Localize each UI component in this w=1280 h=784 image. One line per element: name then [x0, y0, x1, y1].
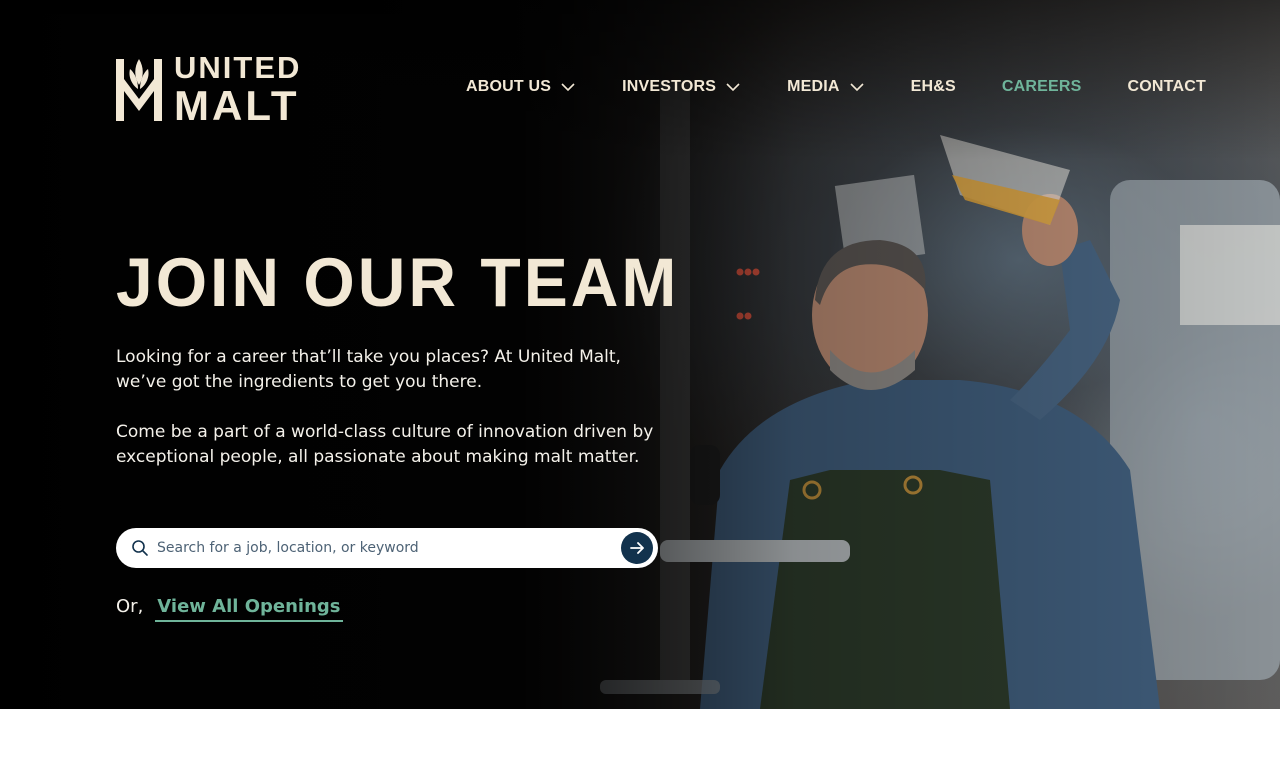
job-search-bar	[116, 528, 658, 568]
nav-ehs[interactable]: EH&S	[911, 78, 956, 96]
brand-line1: UNITED	[174, 49, 302, 85]
hero-paragraph-1: Looking for a career that’ll take you pl…	[116, 347, 621, 392]
nav-ehs-label: EH&S	[910, 78, 956, 95]
view-openings-row: Or, View All Openings	[116, 596, 343, 622]
nav-about-us-label: ABOUT US	[466, 78, 552, 95]
search-icon	[132, 540, 148, 556]
search-submit-button[interactable]	[621, 532, 653, 564]
brand-line2: MALT	[174, 81, 300, 129]
view-all-openings-link[interactable]: View All Openings	[155, 596, 343, 622]
wheat-leaf-m-icon	[116, 59, 162, 121]
nav-careers[interactable]: CAREERS	[1002, 78, 1082, 96]
nav-media[interactable]: MEDIA	[787, 78, 865, 96]
or-label: Or,	[116, 596, 144, 617]
nav-careers-label: CAREERS	[1001, 78, 1082, 95]
chevron-down-icon	[561, 83, 575, 92]
chevron-down-icon	[850, 83, 864, 92]
nav-contact-label: CONTACT	[1127, 78, 1206, 95]
hero-section: UNITED MALT ABOUT US INVESTORS MEDIA EH&…	[0, 0, 1280, 709]
nav-media-label: MEDIA	[787, 78, 840, 95]
job-search-input[interactable]	[155, 539, 621, 557]
brand-logo[interactable]: UNITED MALT	[114, 52, 328, 127]
page-title: JOIN OUR TEAM	[116, 243, 680, 321]
chevron-down-icon	[726, 83, 740, 92]
nav-contact[interactable]: CONTACT	[1128, 78, 1206, 96]
brand-wordmark: UNITED MALT	[174, 52, 301, 127]
nav-about-us[interactable]: ABOUT US	[466, 78, 576, 96]
arrow-right-icon	[630, 542, 644, 554]
main-nav: ABOUT US INVESTORS MEDIA EH&S CAREERS CO…	[466, 76, 1206, 98]
hero-paragraph-2: Come be a part of a world-class culture …	[116, 422, 654, 467]
nav-investors-label: INVESTORS	[622, 78, 717, 95]
nav-investors[interactable]: INVESTORS	[622, 78, 741, 96]
